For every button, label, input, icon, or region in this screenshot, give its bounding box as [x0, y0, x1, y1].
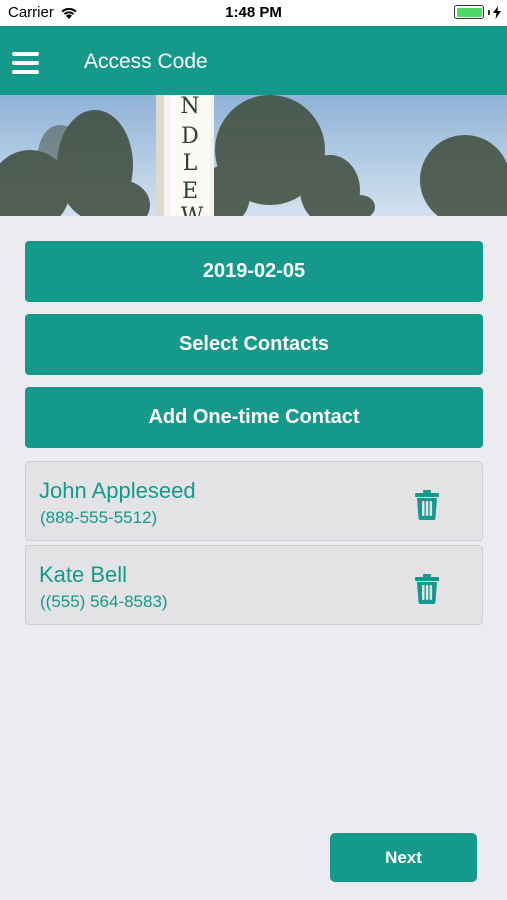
contact-phone: ((555) 564-8583) [40, 592, 168, 611]
battery-cap [488, 9, 490, 15]
sign-letter: E [182, 179, 198, 204]
next-button[interactable]: Next [330, 833, 477, 882]
hero-illustration: N D L E W [0, 95, 507, 216]
sign-letter: N [180, 95, 199, 119]
status-right [454, 5, 501, 19]
sign-letter: D [181, 124, 199, 149]
sign-letter: L [183, 151, 198, 176]
navigation-bar: Access Code [0, 26, 507, 95]
charging-icon [493, 5, 501, 19]
header-image: N D L E W [0, 95, 507, 216]
trash-icon[interactable] [414, 490, 440, 520]
add-one-time-contact-button[interactable]: Add One-time Contact [25, 387, 483, 448]
battery-fill [456, 7, 482, 17]
trash-icon[interactable] [414, 574, 440, 604]
contact-list-item: Kate Bell ((555) 564-8583) [25, 545, 483, 625]
hamburger-menu-icon[interactable] [12, 52, 39, 74]
contact-list-item: John Appleseed (888-555-5512) [25, 461, 483, 541]
contact-phone: (888-555-5512) [40, 508, 158, 527]
sign-letter: W [181, 204, 204, 216]
contact-name: John Appleseed [39, 478, 196, 503]
date-button[interactable]: 2019-02-05 [25, 241, 483, 302]
page-title: Access Code [84, 50, 208, 73]
battery-icon [454, 5, 484, 19]
contact-name: Kate Bell [39, 562, 128, 587]
status-bar: Carrier 1:48 PM [0, 0, 507, 26]
select-contacts-button[interactable]: Select Contacts [25, 314, 483, 375]
status-time: 1:48 PM [225, 4, 282, 21]
